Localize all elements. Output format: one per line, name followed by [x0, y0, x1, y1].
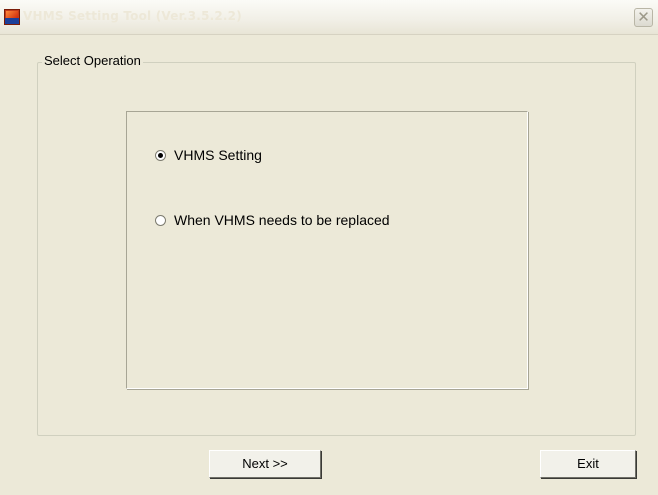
radio-label: When VHMS needs to be replaced: [174, 212, 390, 228]
title-bar[interactable]: VHMS Setting Tool (Ver.3.5.2.2) ✕: [0, 0, 658, 35]
exit-button-label: Exit: [577, 456, 599, 471]
radio-button-selected[interactable]: [155, 149, 166, 161]
next-button-label: Next >>: [242, 456, 288, 471]
radio-option-vhms-setting[interactable]: VHMS Setting: [155, 147, 262, 163]
radio-label: VHMS Setting: [174, 147, 262, 163]
close-icon[interactable]: ✕: [634, 8, 653, 27]
next-button[interactable]: Next >>: [209, 450, 321, 478]
group-legend: Select Operation: [42, 53, 143, 68]
exit-button[interactable]: Exit: [540, 450, 636, 478]
window-title: VHMS Setting Tool (Ver.3.5.2.2): [23, 9, 242, 23]
radio-option-replace-vhms[interactable]: When VHMS needs to be replaced: [155, 212, 390, 228]
vhms-app-icon: [4, 9, 20, 25]
radio-button-unselected[interactable]: [155, 214, 166, 226]
